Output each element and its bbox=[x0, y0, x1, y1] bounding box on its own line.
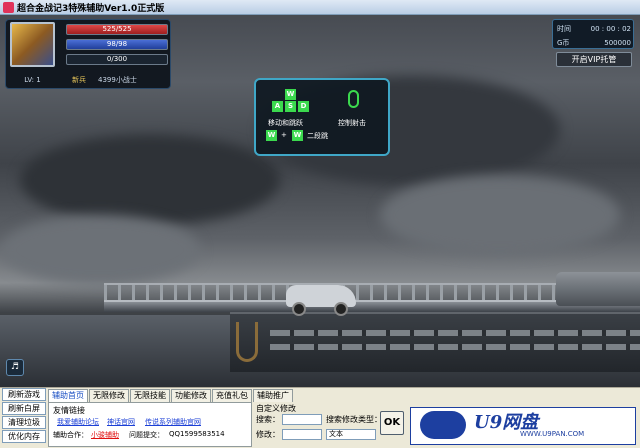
coin-label: G币 bbox=[557, 38, 570, 47]
title-bar: 超合金战记3特殊辅助Ver1.0正式版 bbox=[0, 0, 640, 15]
status-panel: 时间 00 : 00 : 02 G币 500000 bbox=[552, 19, 634, 49]
modify-label: 修改： bbox=[256, 430, 280, 439]
coin-value: 500000 bbox=[604, 38, 631, 47]
search-type-label: 搜索修改类型： bbox=[326, 415, 382, 424]
wheel bbox=[334, 302, 348, 316]
xp-bar: 0/300 bbox=[66, 54, 168, 65]
tab-feature-modify[interactable]: 功能修改 bbox=[171, 389, 211, 402]
player-info-line: LV: 1 新兵 4399小战士 bbox=[5, 73, 171, 87]
speaker-icon[interactable]: ♬ bbox=[6, 359, 24, 376]
partner-label: 辅助合作： bbox=[53, 431, 88, 439]
tab-recharge-gift[interactable]: 充值礼包 bbox=[212, 389, 252, 402]
link-legend[interactable]: 传说系列辅助官网 bbox=[145, 417, 201, 427]
time-value: 00 : 00 : 02 bbox=[590, 24, 631, 33]
key-w: W bbox=[285, 89, 296, 100]
player-avatar bbox=[10, 22, 55, 67]
optimize-memory-button[interactable]: 优化内存 bbox=[2, 430, 46, 443]
tab-unlimited-skills[interactable]: 无限技能 bbox=[130, 389, 170, 402]
time-label: 时间 bbox=[557, 24, 571, 33]
player-rank: 新兵 bbox=[72, 76, 86, 84]
key-d: D bbox=[298, 101, 309, 112]
refresh-blank-button[interactable]: 刷新白屏 bbox=[2, 402, 46, 415]
left-buttons: 刷新游戏 刷新白屏 清理垃圾 优化内存 bbox=[2, 388, 46, 444]
partner-link[interactable]: 小骏辅助 bbox=[91, 430, 119, 440]
move-label: 移动和跳跃 bbox=[268, 119, 303, 127]
hp-bar: 525/525 bbox=[66, 24, 168, 35]
player-level: LV: 1 bbox=[24, 76, 41, 84]
mouse-icon bbox=[348, 90, 359, 108]
controls-tutorial bbox=[254, 78, 390, 156]
question-label: 问题提交： bbox=[129, 431, 164, 439]
ok-button[interactable]: OK bbox=[380, 411, 404, 435]
key-a: A bbox=[272, 101, 283, 112]
tab-unlimited-modify[interactable]: 无限修改 bbox=[89, 389, 129, 402]
shoot-label: 控制射击 bbox=[338, 119, 366, 127]
wheel bbox=[292, 302, 306, 316]
modify-input[interactable] bbox=[282, 429, 322, 440]
key-s: S bbox=[285, 101, 296, 112]
refresh-game-button[interactable]: 刷新游戏 bbox=[2, 388, 46, 401]
type-select[interactable]: 文本 bbox=[326, 429, 376, 440]
link-myth[interactable]: 神话官网 bbox=[107, 417, 135, 427]
key-w: W bbox=[266, 130, 277, 141]
anchor-icon bbox=[236, 322, 258, 362]
search-input[interactable] bbox=[282, 414, 322, 425]
plus-sign: + bbox=[281, 131, 287, 139]
key-w: W bbox=[292, 130, 303, 141]
friend-links-title: 友情链接 bbox=[53, 406, 85, 415]
mp-bar: 98/98 bbox=[66, 39, 168, 50]
app-icon bbox=[3, 1, 14, 13]
window-title: 超合金战记3特殊辅助Ver1.0正式版 bbox=[17, 3, 165, 14]
search-label: 搜索： bbox=[256, 415, 280, 424]
enemy-tank bbox=[556, 272, 640, 306]
double-jump-label: 二段跳 bbox=[307, 132, 328, 140]
custom-title: 自定义修改 bbox=[256, 404, 296, 413]
link-forum[interactable]: 我爱辅助论坛 bbox=[57, 417, 99, 427]
clean-garbage-button[interactable]: 清理垃圾 bbox=[2, 416, 46, 429]
vip-button[interactable]: 开启VIP托管 bbox=[556, 52, 632, 67]
tab-panel: 友情链接 我爱辅助论坛 神话官网 传说系列辅助官网 辅助合作： 小骏辅助 问题提… bbox=[48, 402, 252, 447]
ship-hull bbox=[230, 312, 640, 372]
player-name: 4399小战士 bbox=[98, 76, 137, 84]
cloud-icon bbox=[420, 411, 466, 439]
tab-strip: 辅助首页 无限修改 无限技能 功能修改 充值礼包 辅助推广 bbox=[48, 389, 294, 403]
question-qq: QQ1599583514 bbox=[169, 430, 225, 438]
tab-home[interactable]: 辅助首页 bbox=[48, 389, 88, 403]
tab-promotion[interactable]: 辅助推广 bbox=[253, 389, 293, 402]
ad-subtitle: WWW.U9PAN.COM bbox=[520, 430, 585, 438]
